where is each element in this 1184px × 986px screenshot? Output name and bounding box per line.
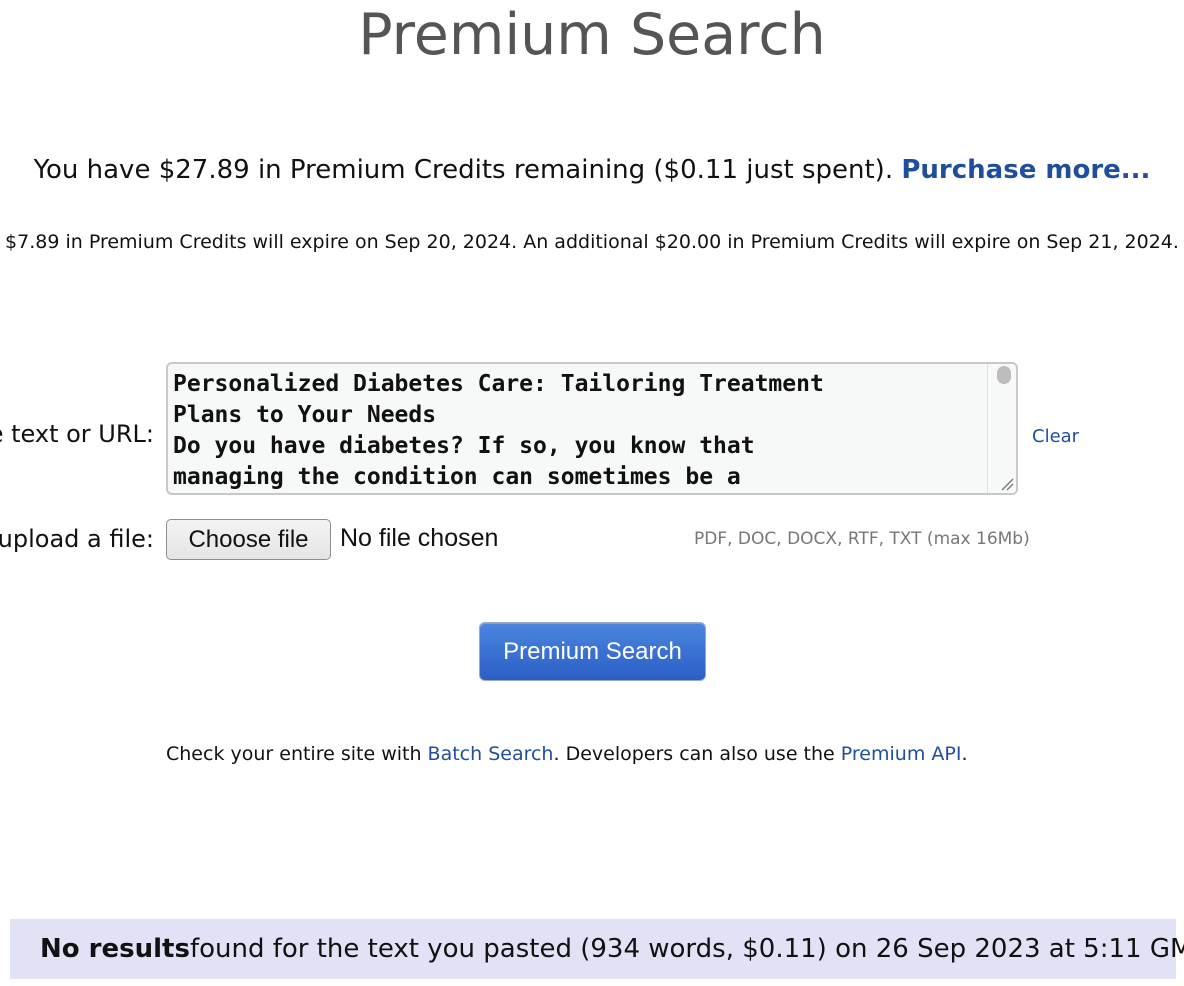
- textarea-content: Personalized Diabetes Care: Tailoring Tr…: [173, 371, 824, 490]
- purchase-more-link[interactable]: Purchase more...: [901, 155, 1150, 185]
- links-prefix: Check your entire site with: [166, 743, 428, 765]
- links-middle: . Developers can also use the: [553, 743, 841, 765]
- page-title: Premium Search: [358, 2, 826, 68]
- clear-link[interactable]: Clear: [1032, 426, 1079, 447]
- premium-api-link[interactable]: Premium API: [841, 743, 962, 765]
- links-suffix: .: [961, 743, 968, 765]
- scrollbar-thumb[interactable]: [997, 366, 1011, 384]
- extra-links: Check your entire site with Batch Search…: [166, 743, 967, 765]
- premium-search-button[interactable]: Premium Search: [479, 622, 706, 681]
- result-details: found for the text you pasted (934 words…: [189, 934, 1184, 964]
- credits-text: You have $27.89 in Premium Credits remai…: [33, 155, 902, 185]
- choose-file-button[interactable]: Choose file: [166, 519, 331, 560]
- text-or-url-textarea[interactable]: Personalized Diabetes Care: Tailoring Tr…: [166, 362, 1018, 495]
- batch-search-link[interactable]: Batch Search: [428, 743, 554, 765]
- file-format-hint: PDF, DOC, DOCX, RTF, TXT (max 16Mb): [694, 529, 1030, 549]
- premium-search-page: Premium Search You have $27.89 in Premiu…: [0, 0, 1184, 986]
- file-upload-label: upload a file:: [0, 525, 154, 553]
- file-status: No file chosen: [340, 524, 499, 552]
- credits-expiry-notice: $7.89 in Premium Credits will expire on …: [5, 231, 1179, 253]
- result-banner: No results found for the text you pasted…: [10, 919, 1184, 979]
- text-input-label: e text or URL:: [0, 420, 154, 448]
- resize-handle-icon[interactable]: [1000, 477, 1014, 491]
- credits-summary: You have $27.89 in Premium Credits remai…: [0, 155, 1184, 185]
- textarea-scrollbar[interactable]: [987, 364, 1016, 493]
- result-status: No results: [40, 934, 190, 964]
